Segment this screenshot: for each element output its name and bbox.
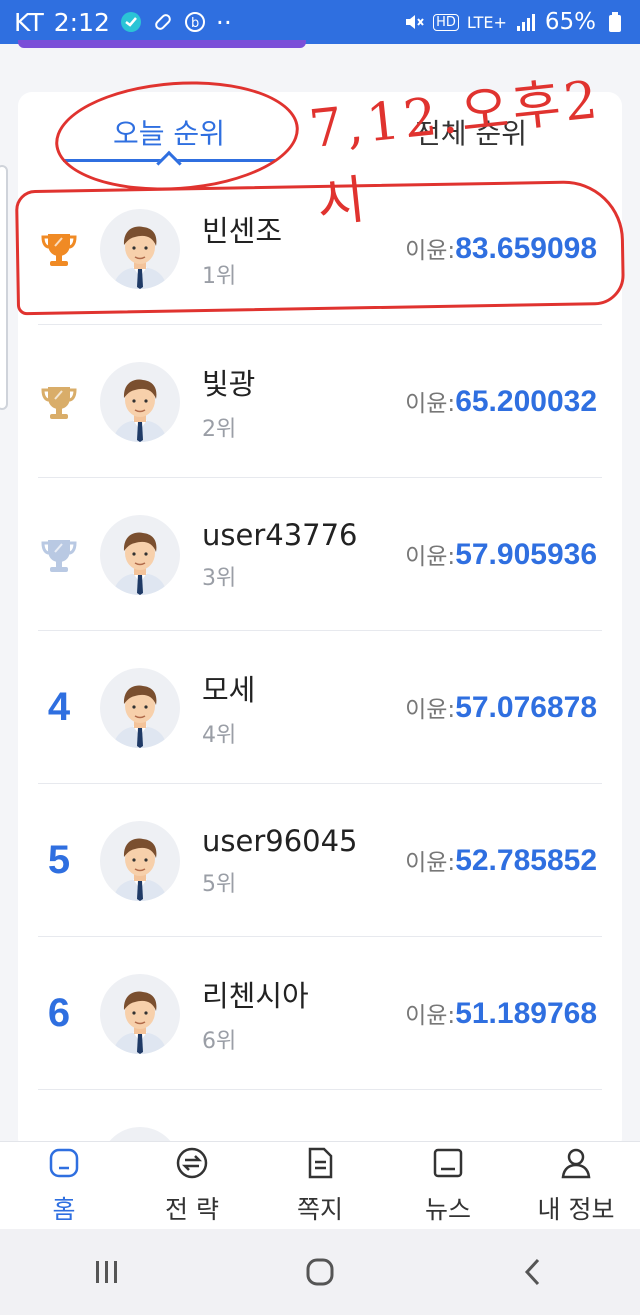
rank-text: 4위 [202, 722, 237, 748]
rank-text: 2위 [202, 416, 237, 442]
profit-value: 65.200032 [455, 385, 597, 418]
rank-text: 3위 [202, 565, 237, 591]
rank-text: 6위 [202, 1028, 237, 1054]
recents-icon[interactable] [77, 1242, 137, 1302]
profit: 이윤: 57.905936 [405, 537, 597, 572]
back-icon[interactable] [503, 1242, 563, 1302]
mute-icon [403, 11, 425, 33]
signal-icon [515, 11, 537, 33]
user-name: user43776 [202, 517, 358, 552]
ranking-row[interactable]: 4 모세 4위 이윤: 57.076878 [18, 631, 622, 784]
battery-label: 65% [544, 9, 596, 35]
carrier-label: KT [14, 7, 44, 37]
kakao-icon [120, 11, 142, 33]
side-drawer-handle[interactable] [0, 165, 8, 410]
profit: 이윤: 51.189768 [405, 996, 597, 1031]
nav-label: 뉴스 [424, 1194, 471, 1224]
profit-label: 이윤: [405, 544, 456, 570]
user-name: 모세 [202, 672, 256, 707]
rank-number-cell: 4 [18, 685, 100, 730]
status-bar: KT 2:12 b ·· HD LTE+ 65% [0, 0, 640, 44]
exchange-icon [175, 1146, 209, 1186]
nav-label: 내 정보 [537, 1194, 615, 1224]
user-info: 빛광 2위 [202, 361, 382, 443]
user-name: user96045 [202, 823, 358, 858]
rank-number-cell: 5 [18, 838, 100, 883]
avatar [100, 820, 180, 901]
avatar [100, 361, 180, 442]
profit-label: 이윤: [405, 850, 456, 876]
news-icon [431, 1146, 465, 1186]
ranking-row[interactable]: 빛광 2위 이윤: 65.200032 [18, 325, 622, 478]
rank-number-cell: 6 [18, 991, 100, 1036]
person-icon [559, 1146, 593, 1186]
user-info: 모세 4위 [202, 667, 382, 749]
profit: 이윤: 57.076878 [405, 690, 597, 725]
clock: 2:12 [53, 7, 110, 37]
ranking-row[interactable]: 6 리첸시아 6위 이윤: 51.189768 [18, 937, 622, 1090]
profit-label: 이윤: [405, 697, 456, 723]
network-label: LTE+ [466, 12, 507, 32]
user-info: user96045 5위 [202, 824, 382, 898]
svg-text:b: b [191, 16, 199, 31]
rank-number: 6 [47, 991, 71, 1035]
rank-text: 5위 [202, 871, 237, 897]
rank-number: 5 [47, 838, 71, 882]
profit-value: 51.189768 [455, 997, 597, 1030]
profit: 이윤: 65.200032 [405, 384, 597, 419]
profit-label: 이윤: [405, 391, 456, 417]
user-name: 빛광 [202, 366, 256, 401]
user-info: user43776 3위 [202, 518, 382, 592]
avatar [100, 667, 180, 748]
profit-label: 이윤: [405, 1003, 456, 1029]
ranking-row[interactable]: user43776 3위 이윤: 57.905936 [18, 478, 622, 631]
profit-value: 52.785852 [455, 844, 597, 877]
avatar [100, 514, 180, 595]
profit-value: 57.076878 [455, 691, 597, 724]
system-nav-bar [0, 1229, 640, 1315]
silver-trophy-icon [18, 534, 100, 576]
nav-item-news[interactable]: 뉴스 [384, 1142, 512, 1229]
home-icon [47, 1146, 81, 1186]
bronze-trophy-icon [18, 381, 100, 423]
nav-item-exchange[interactable]: 전 략 [128, 1142, 256, 1229]
avatar [100, 973, 180, 1054]
bottom-nav: 홈 전 략 쪽지 뉴스 내 정보 [0, 1141, 640, 1229]
nav-item-document[interactable]: 쪽지 [256, 1142, 384, 1229]
hd-icon: HD [433, 13, 459, 31]
nav-item-person[interactable]: 내 정보 [512, 1142, 640, 1229]
pill-icon [152, 11, 174, 33]
rank-number: 4 [47, 685, 71, 729]
battery-icon [604, 11, 626, 33]
more-dots-icon: ·· [215, 7, 232, 37]
nav-label: 전 략 [165, 1194, 219, 1224]
nav-label: 쪽지 [296, 1194, 343, 1224]
ranking-row[interactable]: 5 user96045 5위 이윤: 52.785852 [18, 784, 622, 937]
user-info: 리첸시아 6위 [202, 973, 382, 1055]
ranking-list: 빈센조 1위 이윤: 83.659098 빛광 2위 이윤: 65.200032 user4… [18, 172, 622, 1152]
profit-value: 57.905936 [455, 538, 597, 571]
profit: 이윤: 52.785852 [405, 843, 597, 878]
document-icon [303, 1146, 337, 1186]
nav-item-home[interactable]: 홈 [0, 1142, 128, 1229]
banner-edge [18, 40, 306, 48]
home-circle-icon[interactable] [290, 1242, 350, 1302]
user-name: 리첸시아 [202, 978, 309, 1013]
b-app-icon: b [184, 11, 206, 33]
nav-label: 홈 [52, 1194, 76, 1224]
